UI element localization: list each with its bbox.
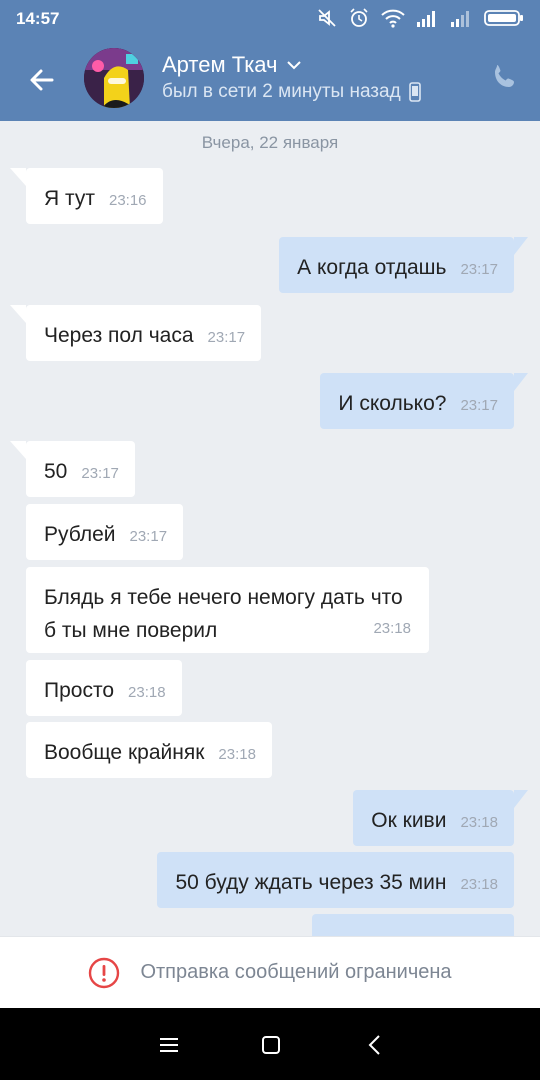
signal-icon (451, 11, 469, 27)
message-list[interactable]: Вчера, 22 января Я тут 23:16 А когда отда… (0, 121, 540, 936)
message-text: Ок киви (371, 809, 447, 832)
alarm-icon (350, 8, 368, 27)
message-outgoing[interactable]: А когда отдашь 23:17 (279, 237, 528, 293)
message-text: 50 (44, 460, 68, 483)
battery-icon (484, 10, 523, 26)
message-incoming[interactable]: Через пол часа 23:17 (9, 305, 262, 361)
message-text: Через пол часа (44, 324, 194, 347)
message-time: 23:17 (460, 397, 498, 414)
message-incoming[interactable]: Вообще крайняк 23:18 (26, 722, 272, 778)
message-text: Вообще крайняк (44, 741, 205, 764)
status-time: 14:57 (16, 9, 60, 28)
message-time: 23:17 (81, 465, 119, 482)
restriction-text: Отправка сообщений ограничена (140, 961, 452, 983)
message-text: Просто (44, 679, 115, 702)
avatar-image (84, 48, 144, 108)
status-bar: 14:57 (0, 0, 540, 36)
message-text: Я тут (44, 187, 95, 210)
message-text: Блядь я тебе нечего немогу дать что б ты… (44, 586, 403, 642)
message-time: 23:18 (128, 684, 166, 701)
contact-name: Артем Ткач (162, 52, 278, 77)
warning-icon (89, 957, 120, 988)
message-incoming[interactable]: Я тут 23:16 (10, 168, 163, 224)
phone-device-icon (408, 82, 421, 102)
message-time: 23:17 (460, 261, 498, 278)
restriction-banner: Отправка сообщений ограничена (0, 936, 540, 1008)
wifi-icon (381, 9, 405, 28)
home-icon[interactable] (256, 1030, 286, 1060)
back-arrow-icon[interactable] (22, 60, 62, 100)
message-time: 23:18 (460, 814, 498, 831)
message-incoming[interactable]: Блядь я тебе нечего немогу дать что б ты… (26, 567, 429, 653)
status-icons (316, 6, 524, 30)
message-incoming[interactable]: 50 23:17 (10, 441, 135, 497)
message-outgoing[interactable]: 50 буду ждать через 35 мин 23:18 (157, 852, 514, 908)
message-outgoing[interactable]: Ок киви 23:18 (353, 790, 528, 846)
message-text: 50 буду ждать через 35 мин (175, 871, 447, 894)
call-icon[interactable] (490, 62, 520, 92)
menu-icon[interactable] (154, 1030, 184, 1060)
message-text: И сколько? (338, 392, 447, 415)
message-text: Рублей (44, 523, 116, 546)
message-time: 23:16 (108, 192, 147, 209)
contact-name-row[interactable]: Артем Ткач (162, 52, 302, 78)
message-outgoing[interactable]: И сколько? 23:17 (320, 373, 528, 429)
message-incoming[interactable]: Просто 23:18 (26, 660, 182, 716)
app-header: 14:57 Артем Ткач был в сети 2 минуты наз… (0, 0, 540, 121)
back-icon[interactable] (360, 1030, 390, 1060)
message-time: 23:18 (460, 876, 498, 893)
chevron-down-icon (286, 61, 301, 70)
message-outgoing-partial[interactable] (312, 914, 514, 936)
contact-status: был в сети 2 минуты назад (162, 81, 401, 102)
chat-appbar: Артем Ткач был в сети 2 минуты назад (0, 36, 540, 121)
message-text: А когда отдашь (297, 256, 447, 279)
message-time: 23:18 (218, 746, 256, 763)
message-time: 23:18 (373, 620, 411, 637)
mute-icon (318, 9, 336, 27)
avatar[interactable] (84, 48, 144, 108)
message-time: 23:17 (129, 528, 168, 545)
signal-icon (417, 11, 435, 27)
message-incoming[interactable]: Рублей 23:17 (26, 504, 184, 560)
contact-status-row: был в сети 2 минуты назад (162, 81, 421, 103)
system-nav-bar (0, 1008, 540, 1080)
date-separator: Вчера, 22 января (201, 133, 339, 152)
message-time: 23:17 (207, 329, 246, 346)
